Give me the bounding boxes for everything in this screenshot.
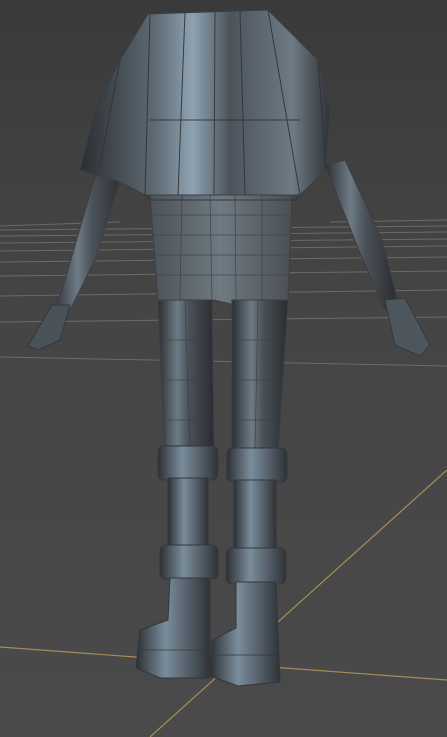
left-leg[interactable] <box>157 299 215 453</box>
axis-lines <box>0 469 447 737</box>
jacket[interactable] <box>79 9 331 201</box>
left-boot[interactable] <box>135 445 219 679</box>
3d-viewport[interactable] <box>0 0 447 737</box>
right-leg[interactable] <box>231 299 289 453</box>
pants[interactable] <box>149 194 293 306</box>
viewport-canvas[interactable] <box>0 0 447 737</box>
right-boot[interactable] <box>209 447 288 687</box>
